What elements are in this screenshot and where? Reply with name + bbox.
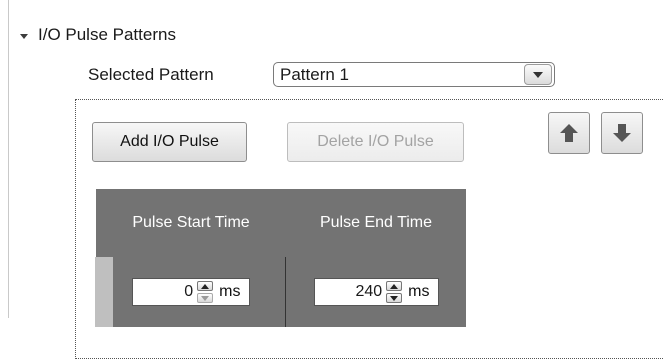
stepper-down-button[interactable] [386, 293, 403, 303]
pulse-end-time-value[interactable]: 240 [315, 283, 387, 301]
dropdown-arrow-button[interactable] [524, 64, 552, 85]
pulse-end-time-stepper[interactable] [386, 281, 403, 303]
selected-pattern-dropdown[interactable]: Pattern 1 [273, 62, 555, 87]
add-io-pulse-button[interactable]: Add I/O Pulse [92, 122, 247, 162]
selected-pattern-value: Pattern 1 [280, 64, 349, 84]
stepper-up-button[interactable] [386, 281, 403, 291]
pattern-selector-row: Selected Pattern Pattern 1 [88, 62, 555, 88]
table-header: Pulse Start Time Pulse End Time [96, 189, 466, 257]
column-header-pulse-end-time[interactable]: Pulse End Time [286, 189, 466, 257]
arrow-down-icon [613, 124, 631, 142]
move-down-button[interactable] [601, 112, 643, 154]
triangle-down-icon [201, 295, 210, 301]
collapse-triangle-icon[interactable] [20, 33, 28, 39]
pulse-end-time-unit: ms [408, 283, 430, 300]
table-row: 0 ms 240 ms [95, 257, 466, 327]
triangle-up-icon [201, 283, 210, 289]
triangle-up-icon [390, 283, 399, 289]
triangle-down-icon [390, 295, 399, 301]
chevron-down-icon [533, 71, 543, 78]
section-header-io-pulse-patterns[interactable]: I/O Pulse Patterns [20, 24, 176, 46]
column-header-pulse-start-time[interactable]: Pulse Start Time [96, 189, 286, 257]
pulse-start-time-unit: ms [219, 283, 241, 300]
left-divider [8, 0, 9, 318]
stepper-down-button[interactable] [197, 293, 214, 303]
arrow-up-icon [560, 124, 578, 142]
move-up-button[interactable] [548, 112, 590, 154]
selected-pattern-label: Selected Pattern [88, 65, 214, 84]
pulse-table: Pulse Start Time Pulse End Time 0 ms 240 [95, 189, 466, 327]
delete-io-pulse-button[interactable]: Delete I/O Pulse [287, 122, 464, 162]
pulse-start-time-stepper[interactable] [197, 281, 214, 303]
pulse-start-time-value[interactable]: 0 [133, 283, 198, 301]
stepper-up-button[interactable] [197, 281, 214, 291]
section-title: I/O Pulse Patterns [38, 25, 176, 44]
cell-pulse-end-time: 240 ms [286, 257, 466, 327]
pulse-end-time-input[interactable]: 240 ms [313, 278, 439, 306]
pulse-start-time-input[interactable]: 0 ms [131, 278, 250, 306]
cell-pulse-start-time: 0 ms [96, 257, 286, 327]
